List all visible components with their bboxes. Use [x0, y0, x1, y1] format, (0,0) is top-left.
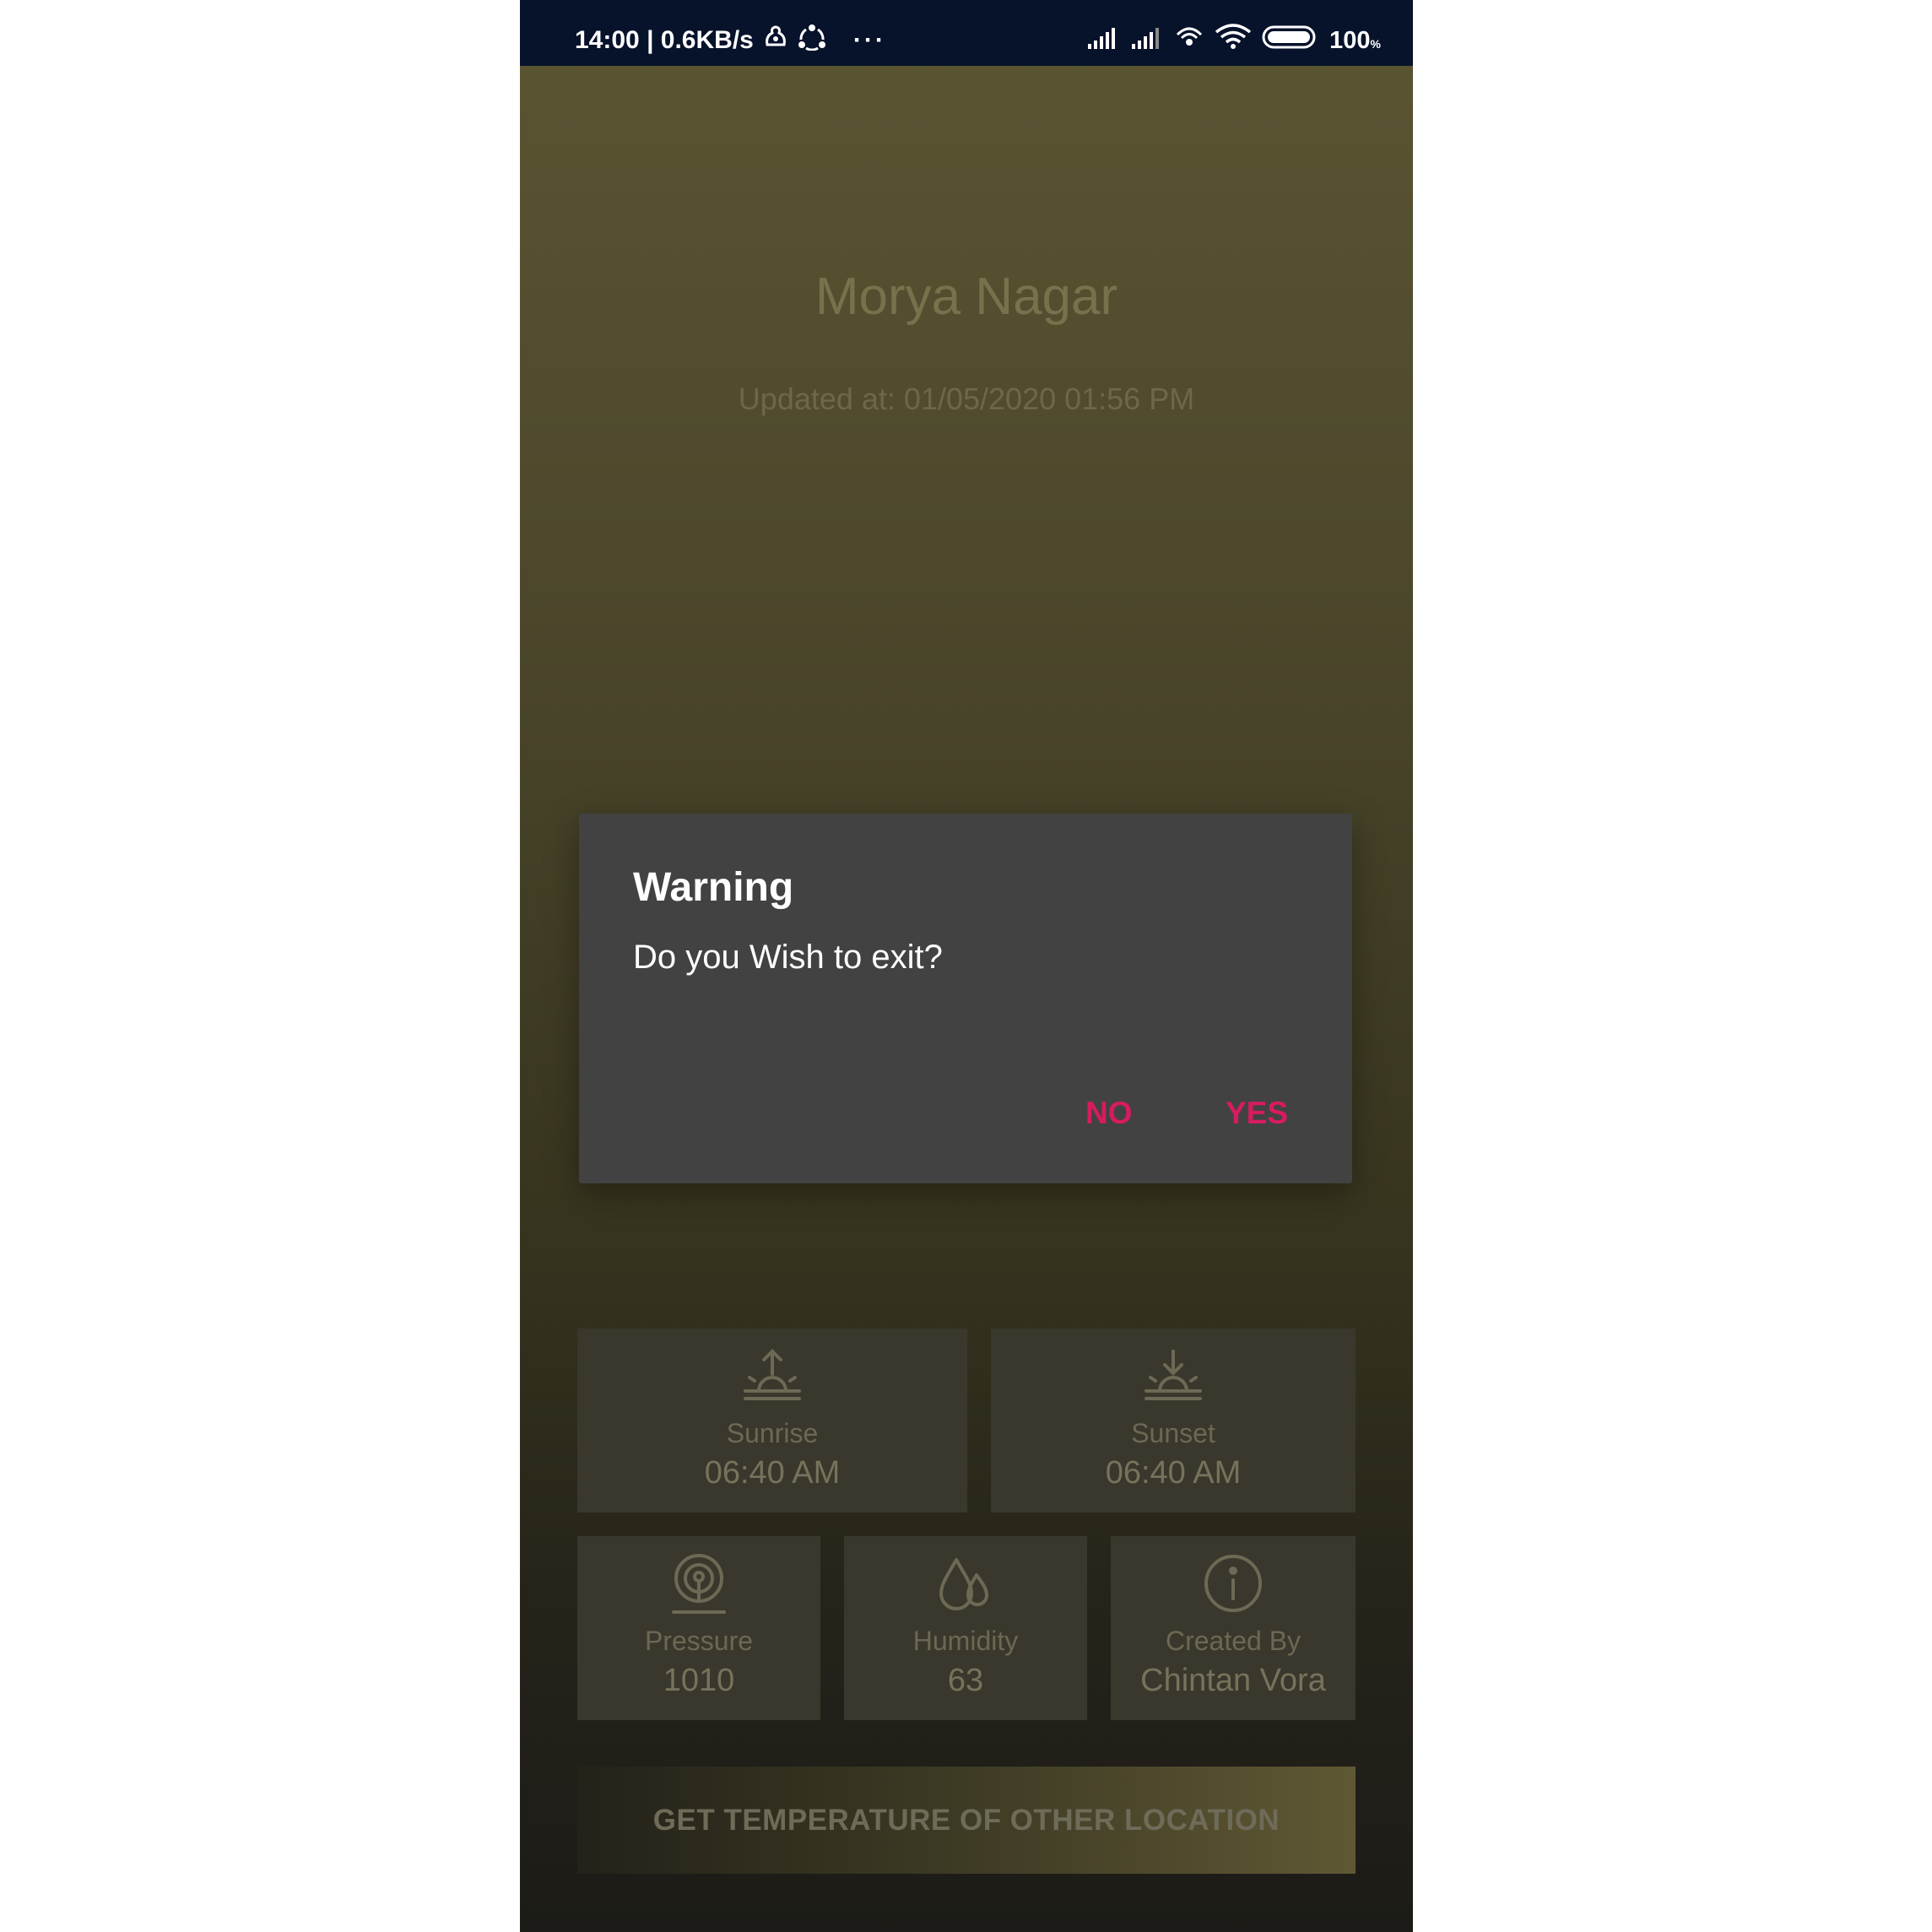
signal-icon-2: [1130, 25, 1164, 56]
status-left: 14:00 | 0.6KB/s ···: [575, 24, 886, 57]
updated-at: Updated at: 01/05/2020 01:56 PM: [738, 382, 1195, 416]
battery-icon: [1262, 24, 1319, 57]
pressure-tile: Pressure 1010: [577, 1536, 820, 1720]
sync-icon: [798, 24, 826, 57]
wifi-icon: [1215, 24, 1252, 57]
info-icon: [1111, 1553, 1356, 1614]
pressure-icon: [577, 1553, 820, 1615]
dialog-message: Do you Wish to exit?: [633, 939, 943, 976]
sunrise-value: 06:40 AM: [704, 1455, 841, 1491]
created-by-label: Created By: [1165, 1626, 1302, 1656]
pressure-value: 1010: [663, 1663, 735, 1698]
humidity-icon: [844, 1553, 1087, 1615]
time-speed: 14:00 | 0.6KB/s: [575, 26, 754, 54]
yes-button[interactable]: YES: [1226, 1096, 1288, 1131]
sunset-icon: [991, 1349, 1356, 1403]
more-notifications: ···: [852, 26, 886, 54]
sunset-label: Sunset: [1131, 1418, 1215, 1448]
no-button[interactable]: NO: [1085, 1096, 1133, 1131]
battery-percent: 100%: [1329, 26, 1381, 54]
status-bar: 14:00 | 0.6KB/s ··· 100%: [520, 0, 1413, 66]
sunrise-label: Sunrise: [726, 1418, 819, 1448]
status-right: 100%: [1086, 24, 1381, 57]
sunset-tile: Sunset 06:40 AM: [991, 1329, 1356, 1513]
city-name: Morya Nagar: [814, 268, 1118, 326]
created-by-tile: Created By Chintan Vora: [1111, 1536, 1356, 1720]
humidity-label: Humidity: [912, 1626, 1019, 1656]
humidity-value: 63: [947, 1663, 984, 1698]
notification-icon: [762, 24, 789, 57]
hotspot-icon: [1174, 24, 1204, 57]
get-other-location-button[interactable]: GET TEMPERATURE OF OTHER LOCATION: [577, 1767, 1356, 1874]
dialog-title: Warning: [633, 865, 794, 910]
created-by-value: Chintan Vora: [1140, 1663, 1326, 1698]
phone-screen: 14:00 | 0.6KB/s ··· 100% Morya Nagar Upd…: [520, 0, 1413, 1932]
sunrise-tile: Sunrise 06:40 AM: [577, 1329, 967, 1513]
signal-icon: [1086, 25, 1120, 56]
exit-dialog: Warning Do you Wish to exit? NO YES: [579, 814, 1352, 1183]
pressure-label: Pressure: [644, 1626, 754, 1656]
humidity-tile: Humidity 63: [844, 1536, 1087, 1720]
sunset-value: 06:40 AM: [1105, 1455, 1242, 1491]
sunrise-icon: [577, 1349, 967, 1403]
